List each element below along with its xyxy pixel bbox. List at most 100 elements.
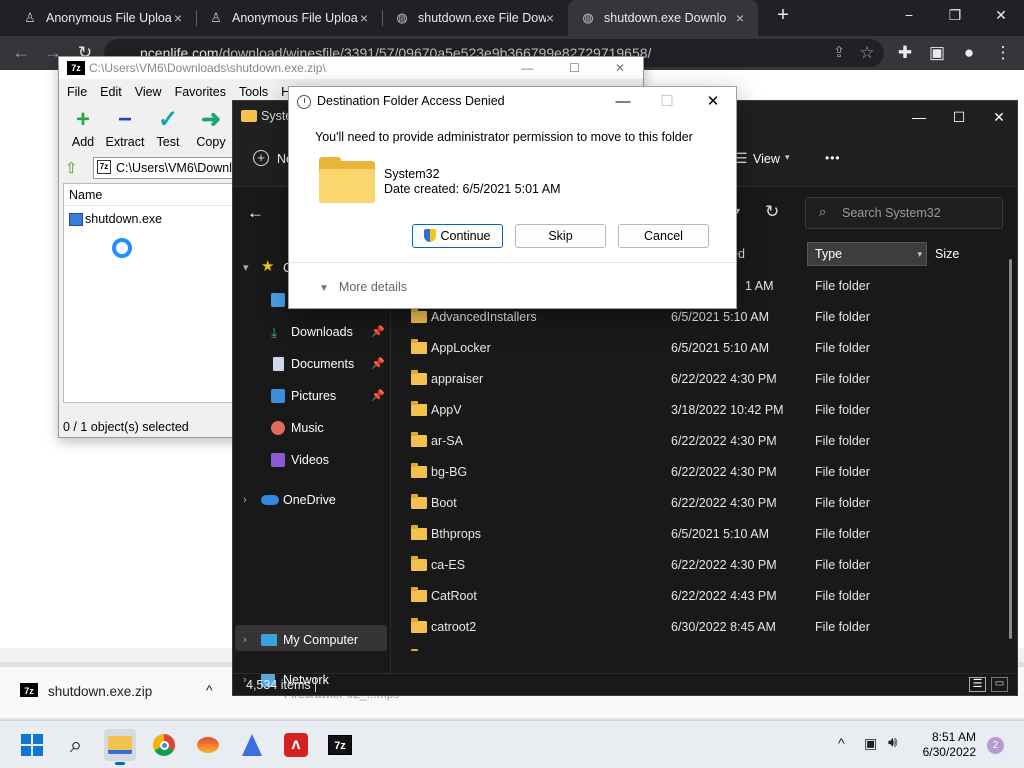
browser-tab-3[interactable]: ◍ shutdown.exe File Dow × — [382, 0, 568, 36]
extract-button[interactable]: − Extract — [101, 105, 149, 149]
app-icon-orange[interactable] — [192, 729, 224, 761]
app-icon-blue[interactable] — [236, 729, 268, 761]
menu-view[interactable]: View — [135, 81, 162, 103]
volume-icon[interactable]: 🔊︎ — [888, 734, 897, 751]
back-arrow-icon[interactable]: ← — [8, 40, 34, 66]
taskbar-clock[interactable]: 8:51 AM 6/30/2022 — [923, 730, 976, 760]
status-divider — [315, 677, 316, 692]
nav-label: Documents — [291, 357, 355, 371]
menu-favorites[interactable]: Favorites — [175, 81, 226, 103]
menu-edit[interactable]: Edit — [100, 81, 122, 103]
table-row[interactable]: CatRoot 6/22/2022 4:43 PM File folder — [393, 581, 1007, 612]
skip-button[interactable]: Skip — [515, 224, 606, 248]
bookmark-star-icon[interactable]: ☆ — [854, 40, 880, 66]
browser-tab-1[interactable]: ♙ Anonymous File Uploa × — [10, 0, 196, 36]
copy-button[interactable]: ➜ Copy — [187, 105, 235, 149]
notification-badge[interactable]: 2 — [987, 737, 1004, 754]
table-row[interactable]: AppLocker 6/5/2021 5:10 AM File folder — [393, 333, 1007, 364]
new-plus-icon[interactable]: + — [253, 150, 269, 166]
refresh-icon[interactable]: ↻ — [765, 202, 779, 222]
file-type: File folder — [815, 341, 870, 355]
table-row[interactable]: appraiser 6/22/2022 4:30 PM File folder — [393, 364, 1007, 395]
close-icon[interactable]: ✕ — [979, 105, 1019, 129]
file-explorer-icon[interactable] — [104, 729, 136, 765]
network-tray-icon[interactable]: ▣ — [864, 735, 877, 752]
share-icon[interactable]: ⇪ — [826, 40, 852, 66]
file-date: 6/30/2022 8:45 AM — [671, 620, 776, 634]
nav-item-music[interactable]: Music — [233, 415, 391, 441]
menu-file[interactable]: File — [67, 81, 87, 103]
view-button[interactable]: View — [753, 152, 780, 166]
search-input[interactable]: Search System32 — [805, 197, 1003, 229]
minimize-icon[interactable]: − — [886, 0, 932, 30]
close-icon[interactable]: ✕ — [978, 0, 1024, 30]
tiles-view-icon[interactable]: ▭ — [991, 677, 1008, 692]
add-button[interactable]: + Add — [59, 105, 107, 149]
browser-tab-4-active[interactable]: ◍ shutdown.exe Downlo × — [568, 0, 758, 36]
table-row[interactable]: AppV 3/18/2022 10:42 PM File folder — [393, 395, 1007, 426]
search-icon[interactable]: ⌕ — [60, 729, 92, 761]
avira-icon[interactable]: ʌ — [280, 729, 312, 761]
column-header-size[interactable]: Size — [935, 242, 959, 266]
browser-tab-2[interactable]: ♙ Anonymous File Uploa × — [196, 0, 382, 36]
minimize-icon[interactable]: — — [603, 89, 643, 115]
file-name: ar-SA — [431, 434, 463, 448]
table-row[interactable]: ar-SA 6/22/2022 4:30 PM File folder — [393, 426, 1007, 457]
new-tab-button[interactable]: + — [760, 0, 806, 30]
minimize-icon[interactable]: — — [899, 105, 939, 129]
folder-up-icon[interactable]: ⇧ — [65, 159, 78, 177]
close-tab-icon[interactable]: × — [542, 10, 558, 26]
close-tab-icon[interactable]: × — [170, 10, 186, 26]
download-item-name[interactable]: shutdown.exe.zip — [48, 684, 152, 699]
more-options-button[interactable]: ••• — [825, 151, 841, 165]
table-row[interactable]: Bthprops 6/5/2021 5:10 AM File folder — [393, 519, 1007, 550]
details-view-icon[interactable]: ☰ — [969, 677, 986, 692]
column-header-type[interactable]: Type ▾ — [807, 242, 927, 266]
pin-icon[interactable]: 📌 — [371, 319, 385, 345]
extensions-puzzle-icon[interactable]: ✚ — [892, 40, 918, 66]
maximize-icon: ☐ — [660, 93, 674, 110]
more-details-toggle[interactable]: ▼ More details — [319, 280, 407, 294]
download-menu-chevron-icon[interactable]: ^ — [206, 682, 213, 698]
pin-icon[interactable]: 📌 — [371, 383, 385, 409]
table-row[interactable]: ca-ES 6/22/2022 4:30 PM File folder — [393, 550, 1007, 581]
continue-button[interactable]: Continue — [412, 224, 503, 248]
nav-item-documents[interactable]: Documents 📌 — [233, 351, 391, 377]
test-label: Test — [156, 135, 180, 149]
chrome-menu-icon[interactable]: ⋮ — [990, 40, 1016, 66]
profile-avatar-icon[interactable]: ● — [956, 40, 982, 66]
back-arrow-icon[interactable]: ← — [247, 203, 264, 223]
maximize-icon[interactable]: ☐ — [939, 105, 979, 129]
vertical-scrollbar[interactable] — [1007, 257, 1015, 657]
test-button[interactable]: ✓ Test — [144, 105, 192, 149]
sidepanel-icon[interactable]: ▣ — [924, 40, 950, 66]
nav-item-downloads[interactable]: ⤓ Downloads 📌 — [233, 319, 391, 345]
scrollbar-thumb[interactable] — [1009, 259, 1012, 639]
close-tab-icon[interactable]: × — [356, 10, 372, 26]
pin-icon[interactable]: 📌 — [371, 351, 385, 377]
table-row[interactable]: bg-BG 6/22/2022 4:30 PM File folder — [393, 457, 1007, 488]
table-row[interactable]: Boot 6/22/2022 4:30 PM File folder — [393, 488, 1007, 519]
close-icon[interactable]: ✕ — [693, 89, 733, 115]
start-windows-icon[interactable] — [16, 729, 48, 761]
close-icon[interactable]: ✕ — [615, 57, 625, 79]
restore-icon[interactable]: ❐ — [932, 0, 978, 30]
tab-label: Anonymous File Uploa — [232, 11, 358, 25]
cancel-button[interactable]: Cancel — [618, 224, 709, 248]
nav-item-pictures[interactable]: Pictures 📌 — [233, 383, 391, 409]
close-tab-icon[interactable]: × — [732, 10, 748, 26]
dialog-folder-date: Date created: 6/5/2021 5:01 AM — [384, 182, 561, 196]
chrome-icon[interactable] — [148, 729, 180, 761]
list-item[interactable]: shutdown.exe — [69, 210, 162, 228]
extract-label: Extract — [105, 135, 145, 149]
nav-item-my-computer[interactable]: › My Computer — [233, 627, 391, 653]
extract-minus-icon: − — [117, 106, 132, 133]
nav-item-videos[interactable]: Videos — [233, 447, 391, 473]
maximize-icon[interactable]: ☐ — [569, 57, 580, 79]
minimize-icon[interactable]: — — [521, 57, 533, 79]
table-row[interactable]: catroot2 6/30/2022 8:45 AM File folder — [393, 612, 1007, 643]
7zip-taskbar-icon[interactable]: 7z — [324, 729, 356, 761]
nav-item-onedrive[interactable]: › OneDrive — [233, 487, 391, 513]
table-row-partial[interactable] — [393, 643, 1007, 651]
tray-chevron-icon[interactable]: ^ — [838, 735, 845, 751]
